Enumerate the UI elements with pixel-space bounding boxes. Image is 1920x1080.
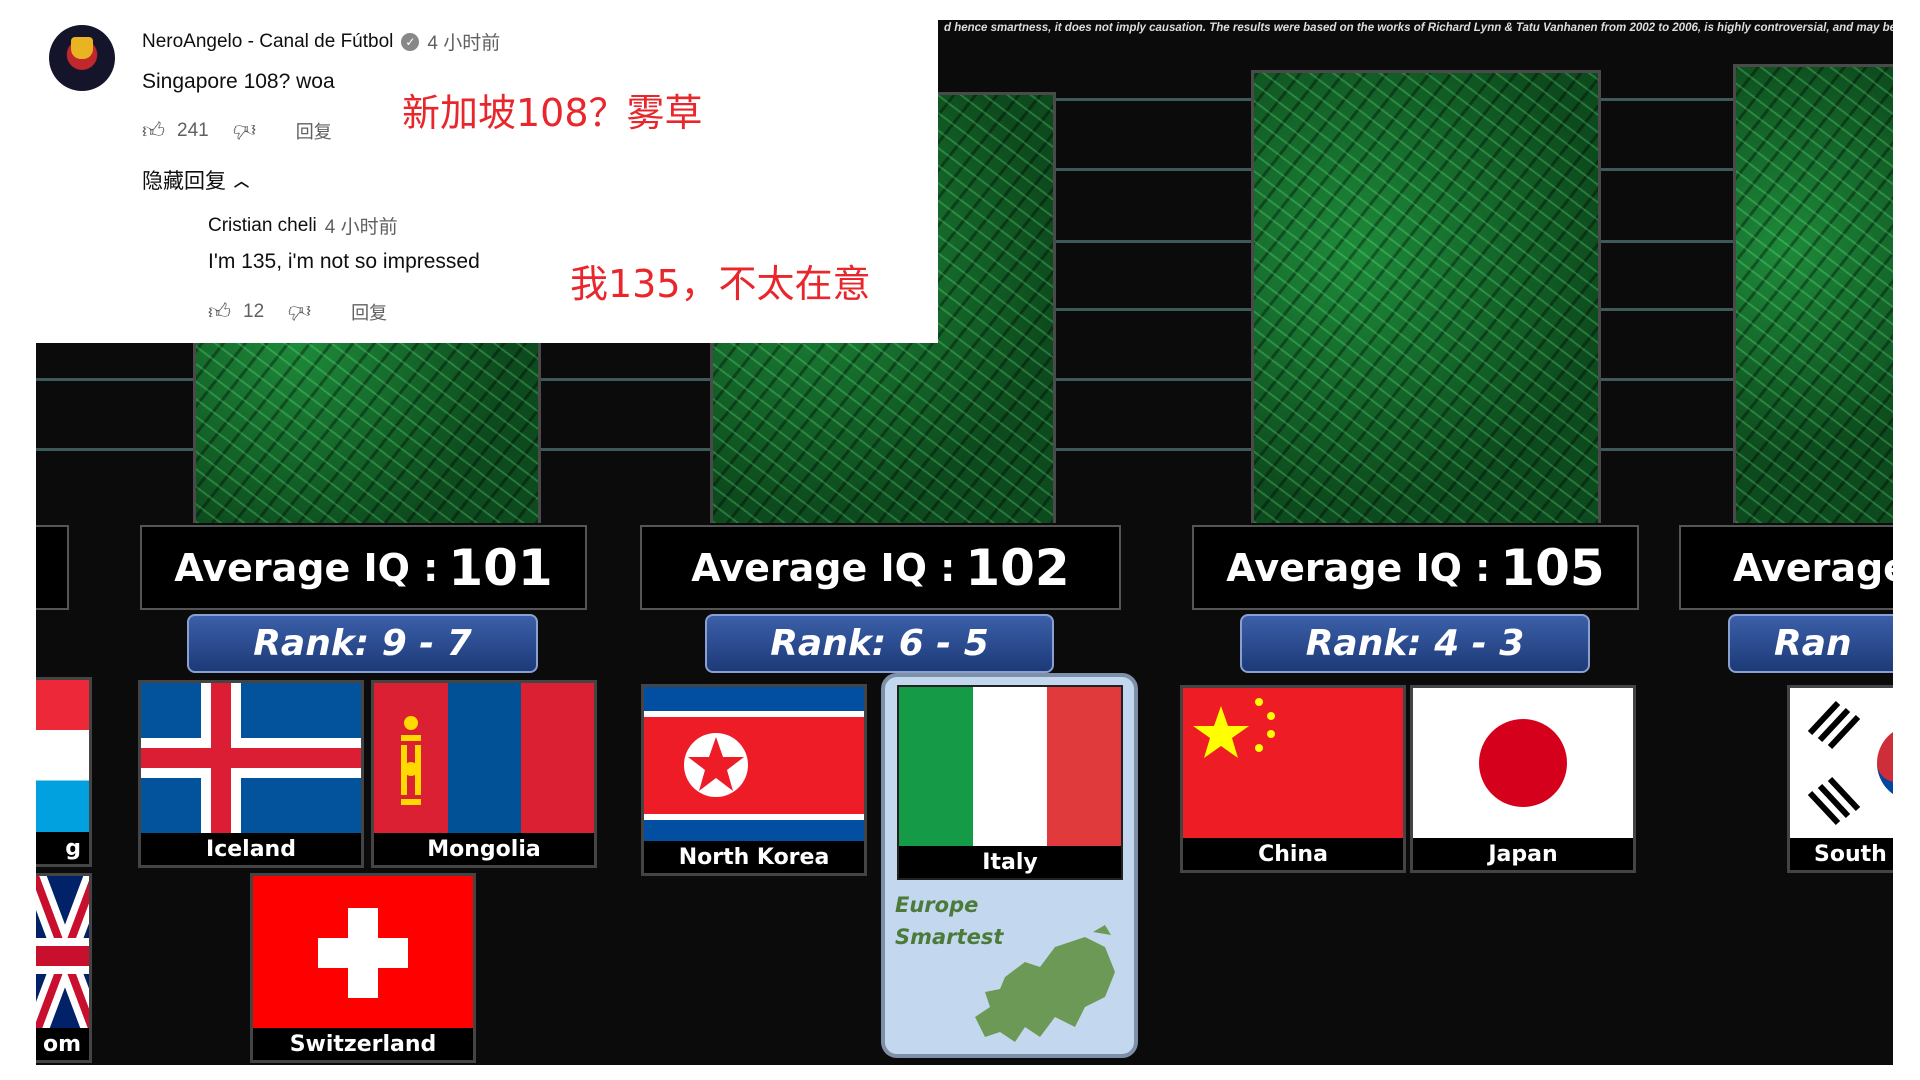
flag-card-japan: Japan	[1410, 685, 1636, 873]
chevron-up-icon: ︿	[234, 172, 250, 190]
comment-text: Singapore 108? woa	[142, 70, 335, 93]
annotation-2: 我135，不太在意	[570, 262, 871, 306]
trophy-icon	[71, 37, 93, 59]
iq-box-partial	[36, 525, 69, 610]
iq-bar-next	[1733, 64, 1893, 523]
iq-label: Average IQ :	[691, 545, 956, 590]
annotation-1: 新加坡108？雾草	[402, 91, 703, 135]
flag-card-luxembourg: g	[36, 677, 92, 867]
country-label: Iceland	[206, 836, 296, 862]
italy-highlight-card: Italy Europe Smartest	[881, 673, 1138, 1058]
reply-time[interactable]: 4 小时前	[325, 212, 398, 239]
verified-icon: ✓	[401, 32, 420, 51]
rank-badge: Rank: 4 - 3	[1240, 614, 1590, 673]
like-count: 241	[177, 119, 209, 141]
dislike-icon[interactable]: 👍︎	[233, 117, 256, 144]
rank-badge: Rank: 6 - 5	[705, 614, 1054, 673]
flag-card-north-korea: North Korea	[641, 684, 867, 876]
country-label: om	[42, 1031, 81, 1057]
iq-bar-105	[1251, 70, 1601, 523]
iq-value: 102	[965, 538, 1070, 597]
comment-time[interactable]: 4 小时前	[427, 28, 500, 55]
like-icon[interactable]: 👍︎	[208, 298, 231, 325]
reply-author[interactable]: Cristian cheli	[208, 215, 317, 237]
rank-badge: Ran	[1728, 614, 1893, 673]
disclaimer-text: d hence smartness, it does not imply cau…	[944, 22, 1893, 34]
iq-value: 101	[448, 538, 553, 597]
hide-replies-label: 隐藏回复	[142, 170, 226, 193]
flag-card-united-kingdom: om	[36, 873, 92, 1063]
iq-label: Average IQ :	[174, 545, 439, 590]
china-flag	[1183, 688, 1403, 838]
iq-box-105: Average IQ :105	[1192, 525, 1639, 610]
iceland-flag	[141, 683, 361, 833]
iq-label: Average IQ :	[1226, 545, 1491, 590]
flag-card-mongolia: Mongolia	[371, 680, 597, 868]
iq-box-102: Average IQ :102	[640, 525, 1121, 610]
switzerland-flag	[253, 876, 473, 1028]
reply-text: I'm 135, i'm not so impressed	[208, 250, 480, 273]
flag-card-switzerland: Switzerland	[250, 873, 476, 1063]
japan-flag	[1413, 688, 1633, 838]
avatar[interactable]	[49, 25, 115, 91]
country-label: Italy	[982, 849, 1038, 875]
hide-replies-button[interactable]: 隐藏回复 ︿	[142, 165, 249, 195]
reply-button[interactable]: 回复	[296, 118, 332, 144]
luxembourg-flag	[36, 680, 89, 832]
reply-actions: 👍︎ 12 👍︎ 回复	[208, 298, 387, 325]
country-label: China	[1258, 841, 1328, 867]
flag-card-china: China	[1180, 685, 1406, 873]
flag-card-south-korea: South	[1787, 685, 1893, 873]
europe-map-icon	[975, 925, 1115, 1042]
mongolia-flag	[374, 683, 594, 833]
comment-panel: NeroAngelo - Canal de Fútbol ✓ 4 小时前 Sin…	[0, 0, 938, 343]
country-label: South	[1814, 841, 1887, 867]
uk-flag	[36, 876, 89, 1028]
like-count: 12	[243, 300, 265, 322]
flag-card-iceland: Iceland	[138, 680, 364, 868]
iq-label: Average	[1733, 545, 1893, 590]
rank-badge: Rank: 9 - 7	[187, 614, 538, 673]
comment-header: NeroAngelo - Canal de Fútbol ✓ 4 小时前	[142, 28, 500, 55]
like-icon[interactable]: 👍︎	[142, 117, 165, 144]
dislike-icon[interactable]: 👍︎	[288, 298, 311, 325]
north-korea-flag	[644, 687, 864, 841]
iq-value: 105	[1500, 538, 1605, 597]
south-korea-flag	[1790, 688, 1893, 838]
iq-box-101: Average IQ :101	[140, 525, 587, 610]
italy-flag	[899, 687, 1121, 846]
country-label: Mongolia	[427, 836, 541, 862]
iq-box-partial-right: Average	[1679, 525, 1893, 610]
reply-header: Cristian cheli 4 小时前	[208, 212, 398, 239]
comment-author[interactable]: NeroAngelo - Canal de Fútbol	[142, 31, 393, 53]
country-label: Switzerland	[289, 1031, 437, 1057]
country-label: g	[65, 835, 81, 861]
country-label: North Korea	[678, 844, 830, 870]
flag-card-italy: Italy	[897, 685, 1123, 880]
comment-actions: 👍︎ 241 👍︎ 回复	[142, 117, 332, 144]
country-label: Japan	[1488, 841, 1558, 867]
reply-button[interactable]: 回复	[351, 299, 387, 325]
